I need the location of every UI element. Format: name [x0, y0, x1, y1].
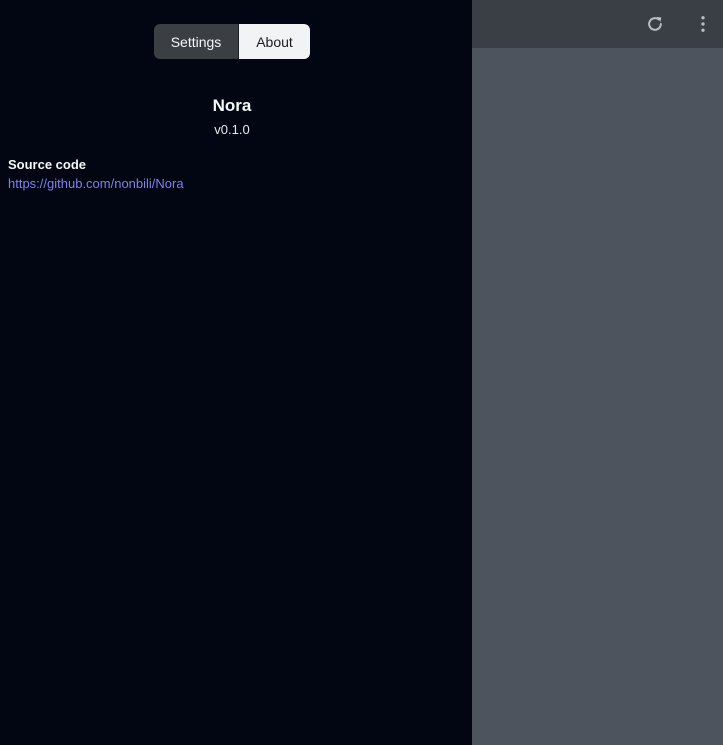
toolbar [472, 0, 723, 48]
app-name: Nora [212, 96, 252, 115]
more-menu-button[interactable] [691, 12, 715, 36]
tab-settings[interactable]: Settings [154, 24, 239, 59]
refresh-icon [648, 16, 662, 31]
source-code-label: Source code [8, 157, 87, 172]
tab-about[interactable]: About [239, 24, 310, 59]
app-version: v0.1.0 [214, 122, 250, 137]
main-pane [472, 0, 723, 745]
refresh-button[interactable] [643, 12, 667, 36]
about-drawer: Settings About Nora v0.1.0 Source code h… [0, 0, 472, 745]
source-code-link[interactable]: https://github.com/nonbili/Nora [8, 176, 184, 191]
drawer-tabs: Settings About [154, 24, 310, 59]
more-vertical-icon [701, 16, 705, 32]
